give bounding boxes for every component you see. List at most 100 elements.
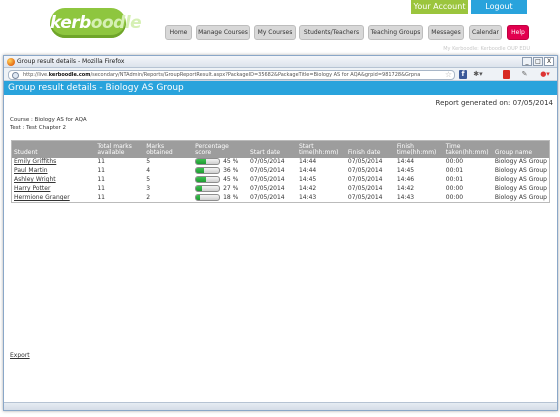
finish-time: 14:46 bbox=[396, 176, 415, 183]
col-group-name: Group name bbox=[492, 140, 550, 158]
finish-date: 07/05/2014 bbox=[347, 167, 383, 174]
finish-time: 14:43 bbox=[396, 193, 415, 201]
close-button[interactable]: X bbox=[544, 57, 554, 66]
col-finish-time: Finish time(hh:mm) bbox=[394, 140, 444, 158]
col-student: Student bbox=[11, 140, 96, 158]
addon-icon[interactable]: ●▾ bbox=[538, 70, 552, 79]
total-marks: 11 bbox=[97, 193, 105, 201]
report-meta: Course : Biology AS for AQA Test : Test … bbox=[10, 117, 87, 132]
kerboodle-logo[interactable]: kerboodle bbox=[50, 8, 142, 38]
group-name: Biology AS Group bbox=[494, 185, 547, 192]
nav-manage-courses[interactable]: Manage Courses bbox=[196, 25, 250, 40]
url-input[interactable]: http://live.kerboodle.com/secondary/NTAd… bbox=[8, 70, 455, 80]
progress-fill bbox=[196, 159, 207, 164]
student-link[interactable]: Paul Martin bbox=[14, 167, 48, 174]
table-row: Harry Potter 11 3 27 % 07/05/2014 14:42 … bbox=[12, 185, 550, 194]
percentage-text: 18 % bbox=[223, 193, 239, 201]
group-name: Biology AS Group bbox=[494, 158, 547, 165]
col-marks-obtained: Marks obtained bbox=[144, 140, 194, 158]
student-link[interactable]: Harry Potter bbox=[14, 185, 50, 192]
table-row: Hermione Granger 11 2 18 % 07/05/2014 14… bbox=[12, 193, 550, 203]
start-date: 07/05/2014 bbox=[250, 185, 285, 192]
finish-date: 07/05/2014 bbox=[347, 158, 383, 165]
percentage-cell: 45 % bbox=[193, 158, 248, 167]
your-account-button[interactable]: Your Account bbox=[411, 0, 468, 14]
table-header-row: Student Total marks available Marks obta… bbox=[11, 140, 550, 158]
start-date: 07/05/2014 bbox=[250, 158, 285, 165]
percentage-text: 45 % bbox=[223, 158, 239, 165]
nav-messages[interactable]: Messages bbox=[428, 25, 464, 40]
status-bar bbox=[4, 402, 557, 410]
finish-date: 07/05/2014 bbox=[347, 176, 383, 183]
time-taken: 00:01 bbox=[445, 176, 464, 183]
start-time: 14:44 bbox=[298, 158, 317, 165]
col-finish-date: Finish date bbox=[345, 140, 395, 158]
percentage-cell: 36 % bbox=[193, 167, 248, 176]
student-link[interactable]: Emily Griffiths bbox=[14, 158, 56, 165]
nav-help[interactable]: Help bbox=[507, 25, 529, 40]
total-marks: 11 bbox=[97, 158, 105, 165]
start-date: 07/05/2014 bbox=[250, 176, 285, 183]
col-total-marks: Total marks available bbox=[95, 140, 145, 158]
time-taken: 00:01 bbox=[445, 167, 464, 174]
total-marks: 11 bbox=[97, 167, 105, 174]
course-label: Course : Biology AS for AQA bbox=[10, 117, 87, 123]
progress-bar bbox=[195, 158, 221, 165]
site-header: kerboodle Your Account Logout Home Manag… bbox=[0, 0, 560, 56]
time-taken: 00:00 bbox=[445, 185, 464, 192]
results-table: Student Total marks available Marks obta… bbox=[11, 140, 550, 203]
percentage-text: 36 % bbox=[223, 167, 239, 174]
start-time: 14:43 bbox=[298, 193, 317, 201]
site-subtext: My Kerboodle: Kerboodle OUP EDU bbox=[443, 46, 530, 52]
col-start-time: Start time(hh:mm) bbox=[296, 140, 346, 158]
logout-button[interactable]: Logout bbox=[471, 0, 527, 14]
col-start-date: Start date bbox=[248, 140, 297, 158]
nav-students-teachers[interactable]: Students/Teachers bbox=[299, 25, 364, 40]
marks-obtained: 4 bbox=[146, 167, 151, 174]
marks-obtained: 5 bbox=[146, 176, 151, 183]
maximize-button[interactable]: □ bbox=[533, 57, 543, 66]
export-link[interactable]: Export bbox=[10, 352, 30, 359]
window-titlebar[interactable]: Group result details - Mozilla Firefox _… bbox=[4, 56, 557, 68]
percentage-cell: 45 % bbox=[193, 176, 248, 185]
bookmark-icon[interactable]: ✱▾ bbox=[473, 70, 483, 79]
facebook-icon[interactable]: f bbox=[459, 70, 467, 79]
table-row: Ashley Wright 11 5 45 % 07/05/2014 14:45… bbox=[12, 176, 550, 185]
logo-text-part1: kerb bbox=[50, 13, 91, 33]
firefox-icon bbox=[7, 58, 15, 66]
minimize-button[interactable]: _ bbox=[522, 57, 532, 66]
percentage-text: 45 % bbox=[223, 176, 239, 183]
start-time: 14:42 bbox=[298, 185, 317, 192]
col-percentage: Percentage score bbox=[193, 140, 249, 158]
navigation-toolbar: http://live.kerboodle.com/secondary/NTAd… bbox=[4, 68, 557, 81]
marks-obtained: 2 bbox=[146, 193, 151, 201]
window-title: Group result details - Mozilla Firefox bbox=[17, 58, 125, 65]
pdf-icon[interactable] bbox=[503, 70, 510, 79]
student-link[interactable]: Hermione Granger bbox=[14, 194, 70, 201]
time-taken: 00:00 bbox=[445, 193, 464, 201]
page-title: Group result details - Biology AS Group bbox=[4, 81, 557, 95]
student-link[interactable]: Ashley Wright bbox=[14, 176, 56, 183]
progress-fill bbox=[196, 168, 205, 173]
nav-my-courses[interactable]: My Courses bbox=[254, 25, 296, 40]
percentage-cell: 27 % bbox=[193, 185, 248, 194]
report-generated-date: Report generated on: 07/05/2014 bbox=[435, 99, 553, 107]
start-date: 07/05/2014 bbox=[250, 193, 285, 201]
finish-date: 07/05/2014 bbox=[347, 185, 383, 192]
star-icon[interactable]: ☆ bbox=[445, 70, 452, 80]
start-time: 14:45 bbox=[298, 176, 317, 183]
edit-icon[interactable]: ✎ bbox=[520, 70, 529, 79]
results-body: Emily Griffiths 11 5 45 % 07/05/2014 14:… bbox=[12, 158, 550, 203]
nav-home[interactable]: Home bbox=[165, 25, 192, 40]
progress-bar bbox=[195, 167, 221, 174]
start-time: 14:44 bbox=[298, 167, 317, 174]
url-text: http://live.kerboodle.com/secondary/NTAd… bbox=[23, 72, 421, 78]
globe-icon bbox=[12, 72, 19, 79]
progress-fill bbox=[196, 186, 203, 191]
progress-bar bbox=[195, 185, 221, 192]
browser-window: Group result details - Mozilla Firefox _… bbox=[3, 55, 558, 411]
nav-teaching-groups[interactable]: Teaching Groups bbox=[368, 25, 423, 40]
progress-bar bbox=[195, 176, 221, 183]
time-taken: 00:00 bbox=[445, 158, 464, 165]
nav-calendar[interactable]: Calendar bbox=[469, 25, 502, 40]
